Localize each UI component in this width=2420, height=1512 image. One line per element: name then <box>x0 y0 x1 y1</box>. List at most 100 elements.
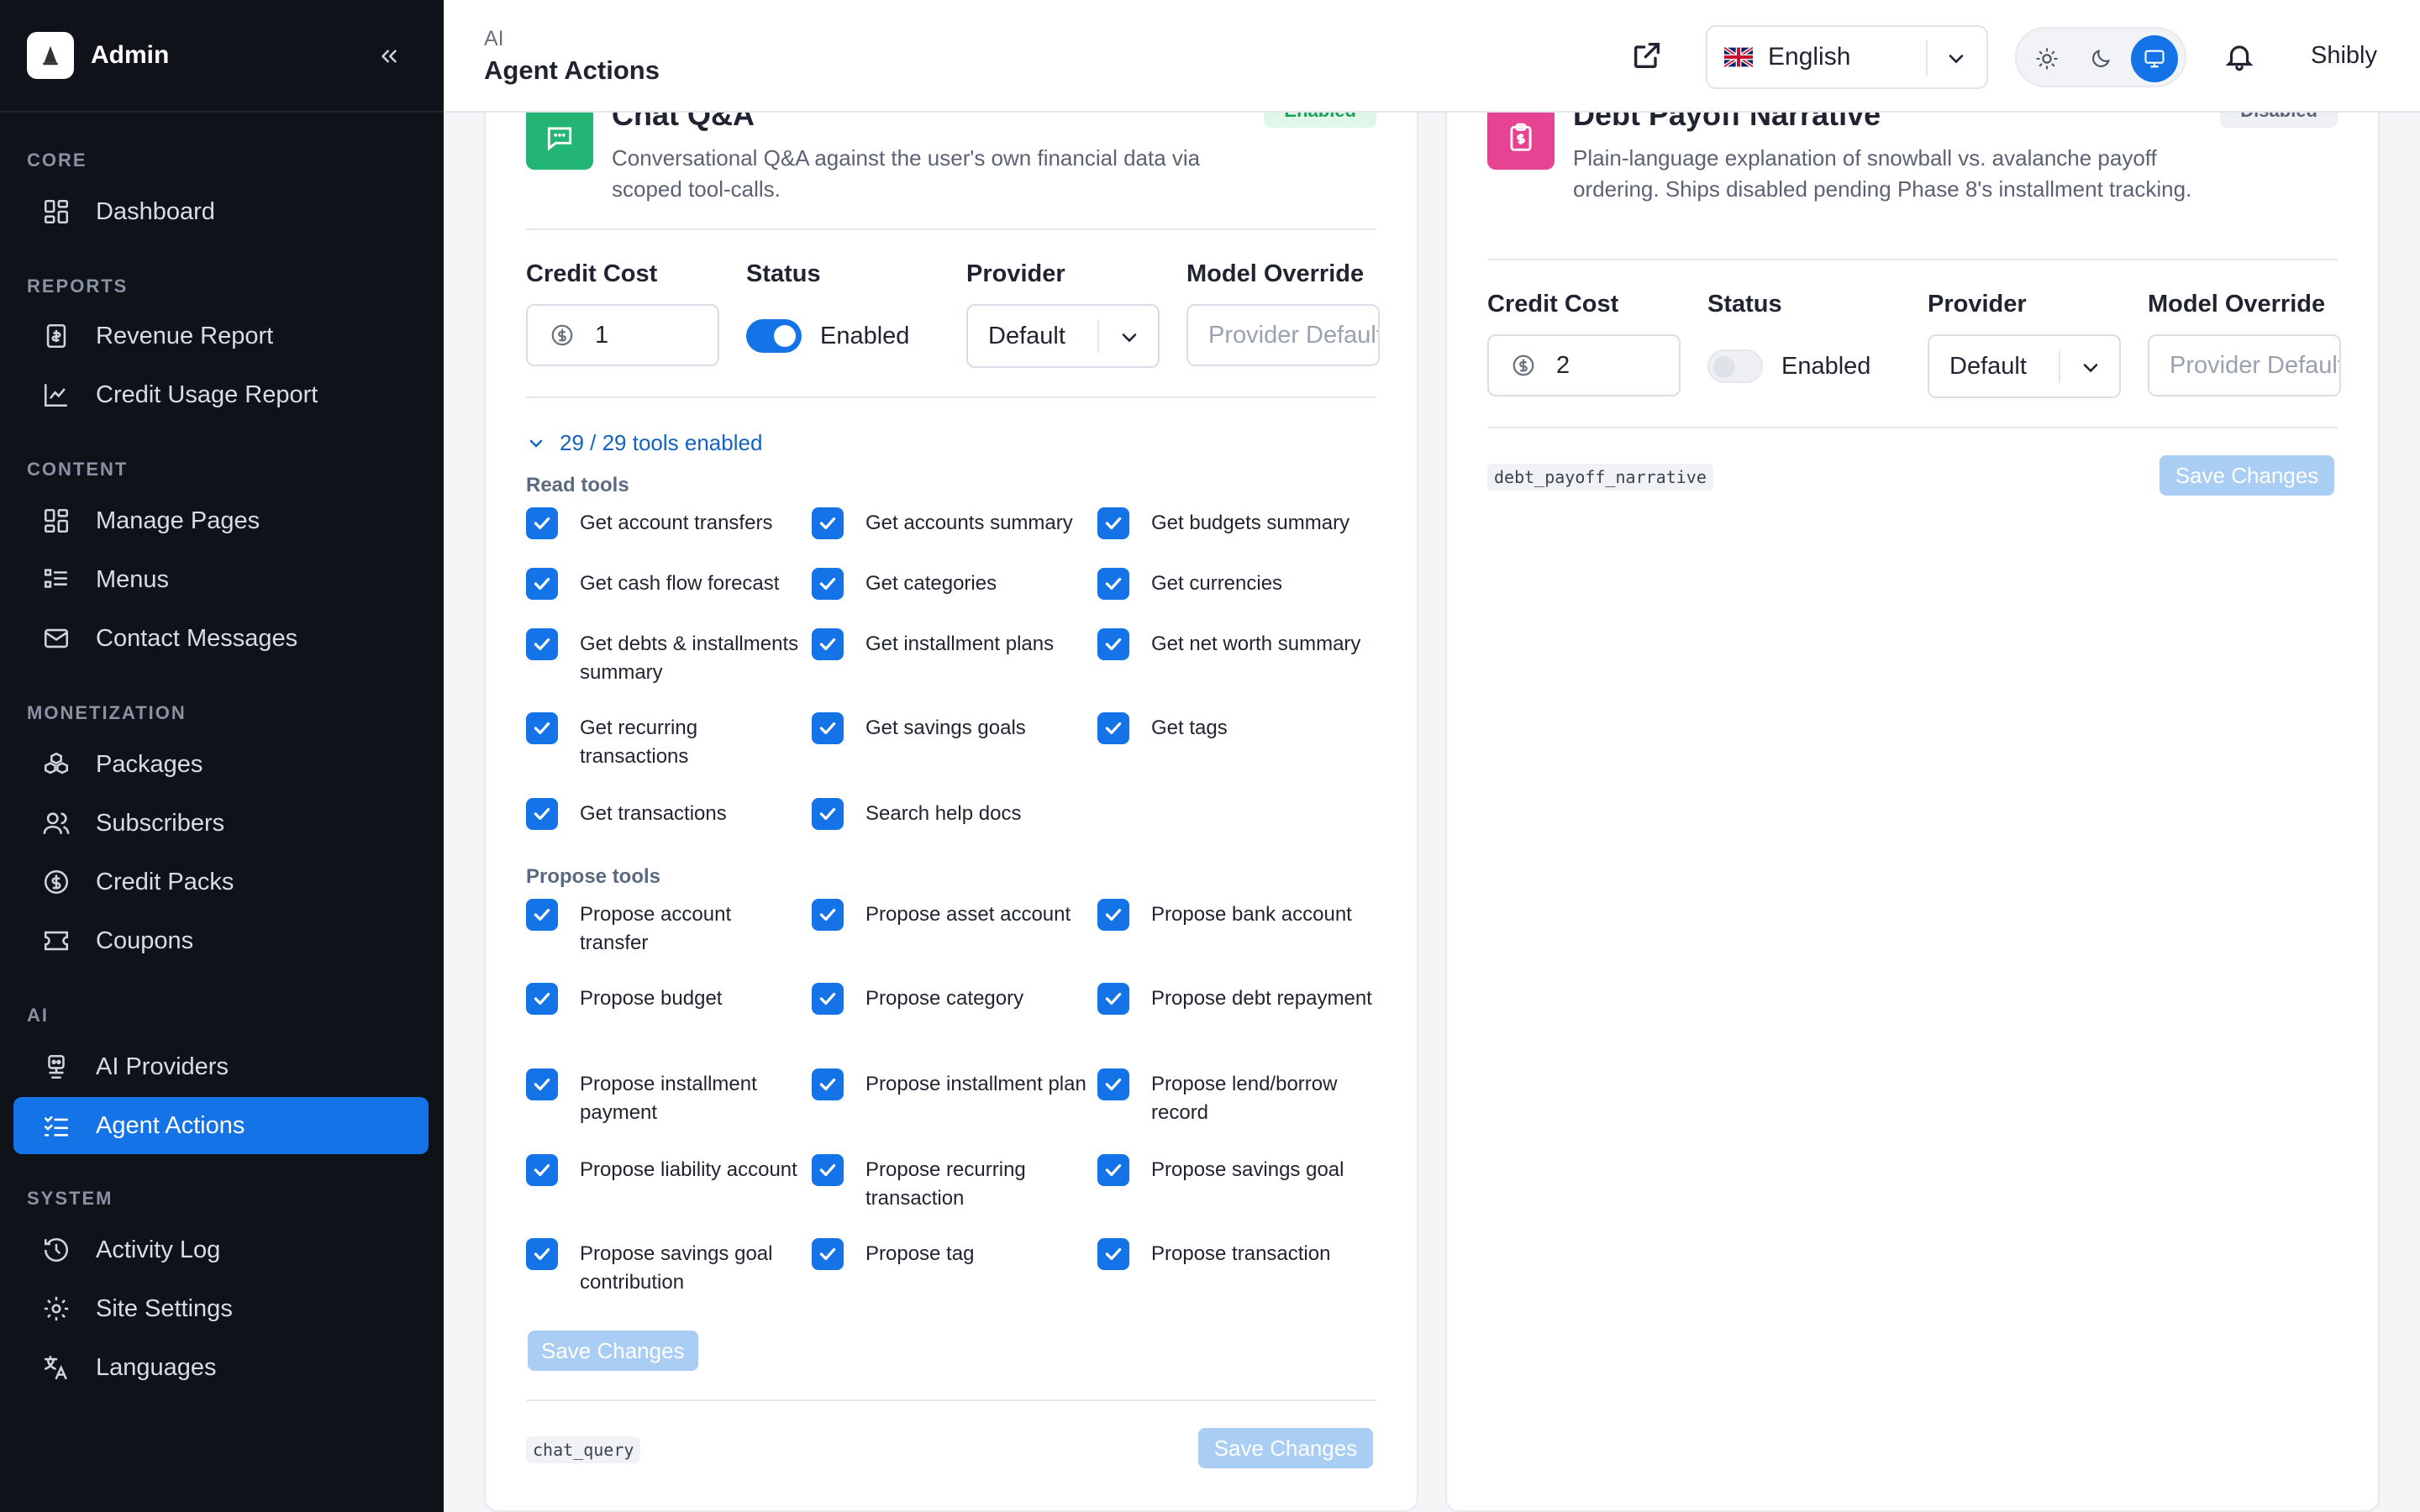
tool-checkbox-item[interactable]: Propose savings goal <box>1097 1154 1375 1186</box>
sidebar-item-label: Packages <box>96 750 203 778</box>
tool-checkbox-item[interactable]: Propose debt repayment <box>1097 983 1375 1015</box>
tool-checkbox-item[interactable]: Propose liability account <box>526 1154 803 1186</box>
status-toggle[interactable] <box>746 319 802 353</box>
sidebar-item-credit-packs[interactable]: Credit Packs <box>13 853 429 911</box>
checkbox-checked-icon[interactable] <box>526 983 558 1015</box>
save-button[interactable]: Save Changes <box>2160 455 2334 496</box>
tool-checkbox-item[interactable]: Get account transfers <box>526 507 803 539</box>
checkbox-checked-icon[interactable] <box>526 798 558 830</box>
checkbox-checked-icon[interactable] <box>526 568 558 600</box>
checkbox-checked-icon[interactable] <box>526 712 558 744</box>
checkbox-checked-icon[interactable] <box>1097 568 1129 600</box>
tool-checkbox-item[interactable]: Propose asset account <box>812 899 1089 931</box>
sidebar-item-activity-log[interactable]: Activity Log <box>13 1221 429 1278</box>
tool-checkbox-item[interactable]: Propose bank account <box>1097 899 1375 931</box>
model-override-input[interactable]: Provider Default <box>2148 334 2341 396</box>
checkbox-checked-icon[interactable] <box>526 1068 558 1100</box>
sidebar-item-packages[interactable]: Packages <box>13 736 429 793</box>
checkbox-checked-icon[interactable] <box>1097 983 1129 1015</box>
checkbox-checked-icon[interactable] <box>1097 1238 1129 1270</box>
checkbox-checked-icon[interactable] <box>812 712 844 744</box>
checkbox-checked-icon[interactable] <box>1097 507 1129 539</box>
tool-checkbox-item[interactable]: Propose transaction <box>1097 1238 1375 1270</box>
checkbox-checked-icon[interactable] <box>812 798 844 830</box>
checkbox-checked-icon[interactable] <box>812 507 844 539</box>
tool-checkbox-item[interactable]: Propose category <box>812 983 1089 1015</box>
tool-checkbox-item[interactable]: Get cash flow forecast <box>526 568 803 600</box>
app-logo[interactable] <box>27 32 74 79</box>
provider-select[interactable]: Default <box>1928 334 2121 398</box>
provider-select[interactable]: Default <box>966 304 1160 368</box>
ticket-icon <box>44 931 69 951</box>
status-toggle[interactable] <box>1707 349 1763 383</box>
tool-checkbox-item[interactable]: Propose budget <box>526 983 803 1015</box>
tool-checkbox-item[interactable]: Get accounts summary <box>812 507 1089 539</box>
sidebar-item-languages[interactable]: Languages <box>13 1339 429 1396</box>
checkbox-checked-icon[interactable] <box>526 628 558 660</box>
sidebar-item-subscribers[interactable]: Subscribers <box>13 795 429 852</box>
checkbox-checked-icon[interactable] <box>812 899 844 931</box>
tool-checkbox-item[interactable]: Get net worth summary <box>1097 628 1375 660</box>
sidebar-item-dashboard[interactable]: Dashboard <box>13 183 429 240</box>
sidebar-item-site-settings[interactable]: Site Settings <box>13 1280 429 1337</box>
save-button[interactable]: Save Changes <box>1198 1428 1373 1468</box>
tool-label: Propose category <box>865 987 1024 1010</box>
checkbox-checked-icon[interactable] <box>526 899 558 931</box>
checkbox-checked-icon[interactable] <box>812 568 844 600</box>
language-select[interactable]: English <box>1706 25 1988 89</box>
tool-checkbox-item[interactable]: Get installment plans <box>812 628 1089 660</box>
sidebar-item-menus[interactable]: Menus <box>13 551 429 608</box>
tool-checkbox-item[interactable]: Get budgets summary <box>1097 507 1375 539</box>
sidebar-item-contact-messages[interactable]: Contact Messages <box>13 610 429 667</box>
sidebar-item-manage-pages[interactable]: Manage Pages <box>13 492 429 549</box>
sidebar-item-agent-actions[interactable]: Agent Actions <box>13 1097 429 1154</box>
credit-cost-input[interactable]: 2 <box>1487 334 1681 396</box>
tool-checkbox-item[interactable]: Get recurring transactions <box>526 712 803 771</box>
theme-dark-button[interactable] <box>2077 35 2124 82</box>
tool-checkbox-item[interactable]: Get tags <box>1097 712 1375 744</box>
checkbox-checked-icon[interactable] <box>526 1238 558 1270</box>
collapse-sidebar-button[interactable] <box>373 40 405 72</box>
checkbox-checked-icon[interactable] <box>812 628 844 660</box>
tool-checkbox-item[interactable]: Propose recurring transaction <box>812 1154 1089 1213</box>
sidebar-item-ai-providers[interactable]: AI Providers <box>13 1038 429 1095</box>
theme-switcher <box>2015 27 2186 87</box>
bell-icon[interactable] <box>2223 40 2255 72</box>
sidebar-item-coupons[interactable]: Coupons <box>13 912 429 969</box>
tool-checkbox-item[interactable]: Get categories <box>812 568 1089 600</box>
sidebar-item-credit-usage-report[interactable]: Credit Usage Report <box>13 366 429 423</box>
theme-system-button[interactable] <box>2131 35 2178 82</box>
checkbox-checked-icon[interactable] <box>1097 899 1129 931</box>
tool-checkbox-item[interactable]: Propose account transfer <box>526 899 803 958</box>
sidebar-item-revenue-report[interactable]: Revenue Report <box>13 307 429 365</box>
checkbox-checked-icon[interactable] <box>1097 1154 1129 1186</box>
tool-checkbox-item[interactable]: Get savings goals <box>812 712 1089 744</box>
tool-checkbox-item[interactable]: Propose savings goal contribution <box>526 1238 803 1297</box>
user-menu[interactable]: Shibly <box>2311 42 2377 70</box>
checkbox-checked-icon[interactable] <box>526 507 558 539</box>
tool-checkbox-item[interactable]: Search help docs <box>812 798 1089 830</box>
checkbox-checked-icon[interactable] <box>812 1068 844 1100</box>
checkbox-checked-icon[interactable] <box>1097 628 1129 660</box>
checkbox-checked-icon[interactable] <box>1097 1068 1129 1100</box>
tool-checkbox-item[interactable]: Propose lend/borrow record <box>1097 1068 1375 1127</box>
checkbox-checked-icon[interactable] <box>526 1154 558 1186</box>
credit-cost-input[interactable]: 1 <box>526 304 719 366</box>
tool-checkbox-item[interactable]: Get debts & installments summary <box>526 628 803 687</box>
checkbox-checked-icon[interactable] <box>812 1154 844 1186</box>
tool-label: Propose budget <box>580 987 723 1010</box>
checkbox-checked-icon[interactable] <box>1097 712 1129 744</box>
checkbox-checked-icon[interactable] <box>812 1238 844 1270</box>
tool-checkbox-item[interactable]: Get transactions <box>526 798 803 830</box>
tool-checkbox-item[interactable]: Propose installment plan <box>812 1068 1089 1100</box>
model-override-input[interactable]: Provider Default <box>1186 304 1380 366</box>
theme-light-button[interactable] <box>2023 35 2070 82</box>
tool-checkbox-item[interactable]: Propose installment payment <box>526 1068 803 1127</box>
external-link-icon[interactable] <box>1630 39 1664 72</box>
checkbox-checked-icon[interactable] <box>812 983 844 1015</box>
breadcrumb[interactable]: AI <box>484 27 504 51</box>
tool-checkbox-item[interactable]: Propose tag <box>812 1238 1089 1270</box>
tools-collapse-toggle[interactable]: 29 / 29 tools enabled <box>526 430 762 456</box>
tools-save-button[interactable]: Save Changes <box>528 1331 698 1371</box>
tool-checkbox-item[interactable]: Get currencies <box>1097 568 1375 600</box>
